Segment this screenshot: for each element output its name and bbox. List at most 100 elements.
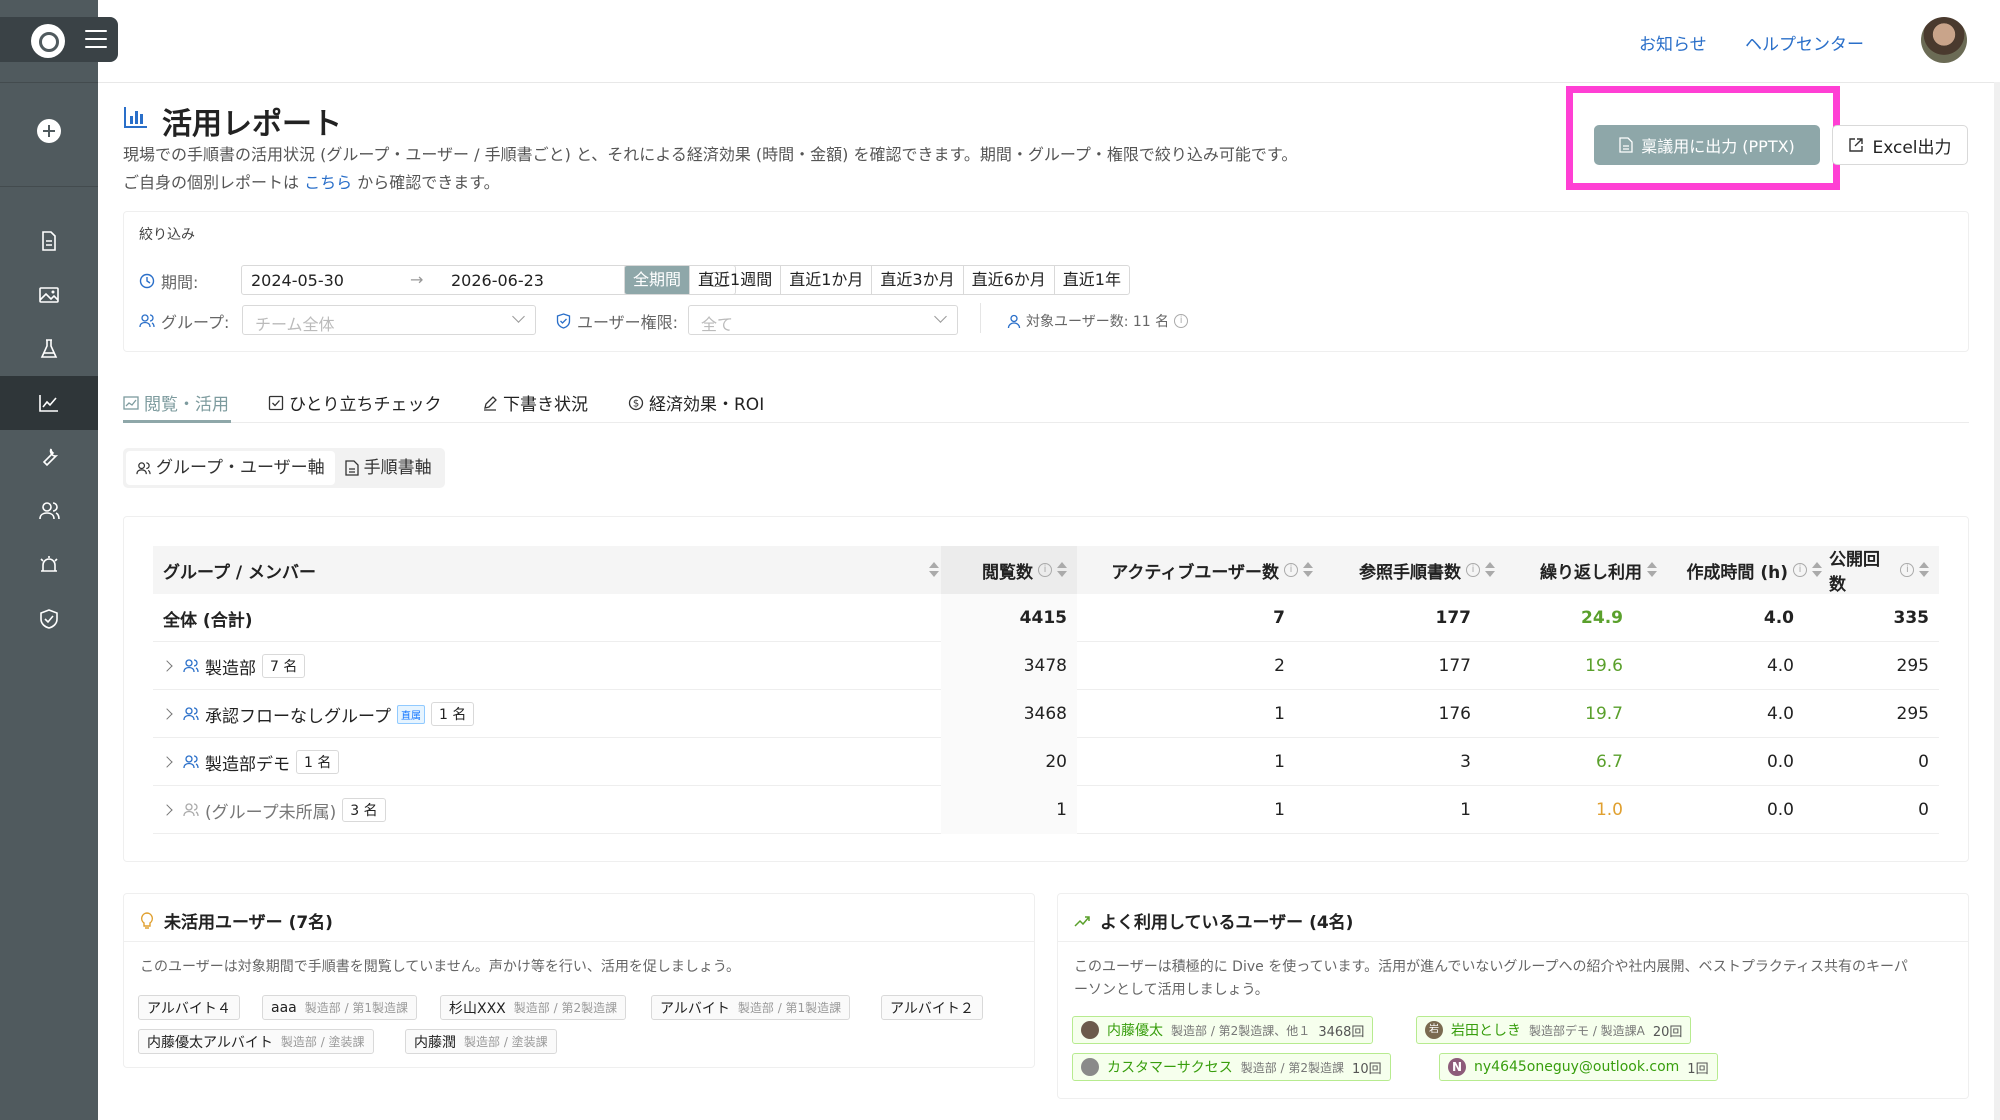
sort-icon[interactable] — [1919, 562, 1929, 578]
personal-report-link[interactable]: こちら — [304, 173, 352, 192]
inactive-user-chip[interactable]: アルバイト２ — [881, 995, 983, 1020]
active-user-chip[interactable]: 内藤優太 製造部 / 第2製造課、他１ 3468回 — [1072, 1016, 1374, 1044]
group-icon — [136, 461, 151, 474]
alarm-icon — [40, 556, 58, 572]
expand-chevron-icon[interactable] — [161, 660, 173, 672]
col-views[interactable]: 閲覧数 i — [941, 546, 1077, 594]
period-label-text: 期間: — [161, 273, 199, 292]
sidebar-item-alerts[interactable] — [0, 538, 98, 592]
shield-icon — [40, 609, 58, 629]
pencil-icon — [484, 395, 497, 411]
group-icon — [139, 314, 155, 328]
active-user-chip[interactable]: 岩 岩田としき 製造部デモ / 製造課A 20回 — [1416, 1016, 1692, 1044]
sidebar-item-tools[interactable] — [0, 430, 98, 484]
app-logo-icon[interactable] — [31, 24, 65, 58]
active-user-chip[interactable]: カスタマーサクセス 製造部 / 第2製造課 10回 — [1072, 1053, 1391, 1081]
tab-independence-check[interactable]: ひとり立ちチェック — [268, 390, 442, 415]
sort-icon[interactable] — [1812, 562, 1822, 578]
preset-1year[interactable]: 直近1年 — [1055, 266, 1129, 294]
tab-economic-roi[interactable]: $ 経済効果・ROI — [628, 390, 764, 415]
divider — [980, 303, 981, 333]
usage-count: 3468回 — [1318, 1024, 1365, 1040]
tab-draft-status[interactable]: 下書き状況 — [482, 390, 588, 415]
tab-views-usage[interactable]: 閲覧・活用 — [123, 390, 229, 415]
col-label: アクティブユーザー数 — [1111, 562, 1279, 583]
export-excel-button[interactable]: Excel出力 — [1832, 125, 1968, 165]
table-row[interactable]: (グループ未所属) 3 名 1 1 1 1.0 0.0 0 — [153, 786, 1939, 834]
group-select[interactable]: チーム全体 — [242, 305, 536, 335]
export-excel-label: Excel出力 — [1872, 137, 1952, 158]
sidebar — [0, 0, 118, 1120]
preset-3months[interactable]: 直近3か月 — [872, 266, 964, 294]
tab-underline — [123, 420, 231, 423]
inactive-user-chip[interactable]: アルバイト４ — [138, 995, 240, 1020]
user-dept: 製造部 / 第2製造課、他１ — [1171, 1023, 1311, 1038]
info-icon[interactable]: i — [1900, 563, 1915, 577]
col-creation-hours[interactable]: 作成時間 (h) i — [1668, 546, 1822, 594]
arrow-right-icon: → — [410, 270, 424, 289]
group-label: グループ: — [139, 309, 229, 333]
cell-docs: 3 — [1460, 752, 1471, 772]
flask-icon — [40, 339, 58, 358]
group-name: 製造部 — [205, 658, 256, 679]
sidebar-item-images[interactable] — [0, 268, 98, 322]
page-title: 活用レポート — [162, 107, 342, 142]
inactive-user-chip[interactable]: aaa 製造部 / 第1製造課 — [262, 995, 418, 1020]
date-to[interactable]: 2026-06-23 — [451, 271, 544, 290]
info-icon[interactable]: i — [1038, 563, 1052, 577]
member-count-badge: 1 名 — [430, 702, 475, 726]
preset-all[interactable]: 全期間 — [625, 266, 691, 294]
col-referenced-docs[interactable]: 参照手順書数 i — [1315, 546, 1495, 594]
create-plus-icon[interactable] — [37, 119, 61, 143]
col-publish-count[interactable]: 公開回数 i — [1829, 546, 1939, 595]
info-icon[interactable]: i — [1793, 563, 1807, 577]
subtab-manual[interactable]: 手順書軸 — [335, 451, 442, 485]
member-count-badge: 3 名 — [342, 798, 386, 822]
menu-icon[interactable] — [85, 30, 107, 50]
date-from[interactable]: 2024-05-30 — [251, 271, 344, 290]
inactive-user-chip[interactable]: アルバイト 製造部 / 第1製造課 — [651, 995, 851, 1020]
avatar[interactable] — [1921, 17, 1967, 63]
preset-6months[interactable]: 直近6か月 — [964, 266, 1055, 294]
active-user-chip[interactable]: N ny4645oneguy@outlook.com 1回 — [1439, 1053, 1718, 1081]
role-select[interactable]: 全て — [688, 305, 958, 335]
sort-icon[interactable] — [1057, 562, 1067, 578]
col-repeat-usage[interactable]: 繰り返し利用 — [1503, 546, 1657, 594]
export-pptx-button[interactable]: 稟議用に出力 (PPTX) — [1594, 125, 1820, 165]
line-chart-icon — [39, 395, 58, 412]
expand-chevron-icon[interactable] — [161, 756, 173, 768]
inactive-user-chip[interactable]: 内藤優太アルバイト 製造部 / 塗装課 — [138, 1029, 374, 1054]
group-icon — [183, 707, 199, 721]
period-label: 期間: — [139, 269, 198, 293]
info-icon[interactable]: i — [1466, 563, 1480, 577]
sort-icon[interactable] — [1647, 562, 1657, 578]
table-row[interactable]: 製造部 7 名 3478 2 177 19.6 4.0 295 — [153, 642, 1939, 690]
inactive-user-chip[interactable]: 内藤潤 製造部 / 塗装課 — [405, 1029, 557, 1054]
col-group-member[interactable]: グループ / メンバー — [163, 546, 939, 594]
expand-chevron-icon[interactable] — [161, 804, 173, 816]
preset-1week[interactable]: 直近1週間 — [690, 266, 782, 294]
expand-chevron-icon[interactable] — [161, 708, 173, 720]
inactive-user-chip[interactable]: 杉山XXX 製造部 / 第2製造課 — [440, 995, 627, 1020]
sidebar-item-lab[interactable] — [0, 322, 98, 376]
col-active-users[interactable]: アクティブユーザー数 i — [1085, 546, 1313, 594]
sidebar-item-reports[interactable] — [0, 376, 98, 430]
info-icon[interactable]: i — [1174, 314, 1189, 328]
sidebar-item-documents[interactable] — [0, 214, 98, 268]
cell-hours: 0.0 — [1766, 800, 1794, 820]
help-center-link[interactable]: ヘルプセンター — [1745, 30, 1864, 55]
notice-link[interactable]: お知らせ — [1639, 30, 1707, 55]
scrollbar[interactable] — [1994, 82, 2000, 1120]
sidebar-item-users[interactable] — [0, 484, 98, 538]
sort-icon[interactable] — [1485, 562, 1495, 578]
table-row[interactable]: 製造部デモ 1 名 20 1 3 6.7 0.0 0 — [153, 738, 1939, 786]
info-icon[interactable]: i — [1284, 563, 1298, 577]
user-dept: 製造部 / 第2製造課 — [1240, 1060, 1345, 1075]
tab-label: ひとり立ちチェック — [289, 395, 442, 415]
table-row[interactable]: 承認フローなしグループ 直属 1 名 3468 1 176 19.7 4.0 2… — [153, 690, 1939, 738]
sidebar-item-security[interactable] — [0, 592, 98, 646]
preset-1month[interactable]: 直近1か月 — [781, 266, 873, 294]
sort-icon[interactable] — [1303, 562, 1313, 578]
subtab-group-user[interactable]: グループ・ユーザー軸 — [126, 451, 335, 485]
sort-icon[interactable] — [929, 562, 939, 578]
